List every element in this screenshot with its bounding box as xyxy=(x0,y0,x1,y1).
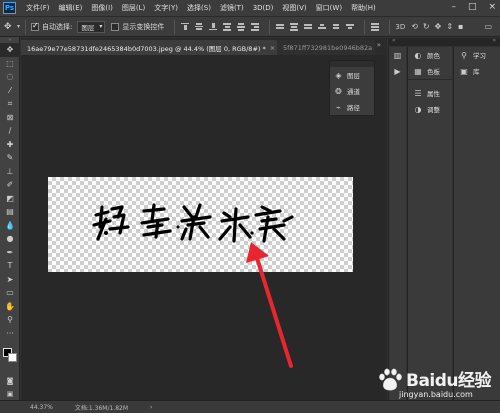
panel-item-layers[interactable]: ◈ 图层 xyxy=(330,67,374,83)
panel-item-label: 路径 xyxy=(347,104,360,112)
baidu-paw-logo-icon xyxy=(379,368,402,391)
watermark-url: jingyan.baidu.com xyxy=(399,390,473,399)
swatches-icon: ▦ xyxy=(414,66,422,76)
library-icon: ▣ xyxy=(460,66,468,76)
baidu-jingyan-watermark: Baidu经验 jingyan.baidu.com xyxy=(362,364,494,410)
layers-channels-paths-panel: ◈ 图层 ❂ 通道 ⌁ 路径 xyxy=(329,60,375,116)
panel-item-label: 图层 xyxy=(347,72,360,80)
channels-icon: ❂ xyxy=(335,86,342,96)
layers-icon: ◈ xyxy=(335,70,342,80)
dock-column-1: ▥ ▶ xyxy=(388,47,406,400)
panel-item-library[interactable]: ▣ 库 xyxy=(454,63,500,79)
color-icon: ◐ xyxy=(414,50,422,60)
history-icon[interactable]: ▥ xyxy=(389,47,406,63)
panel-item-label: 色板 xyxy=(427,68,440,76)
panel-item-learn[interactable]: ⚲ 学习 xyxy=(454,47,500,63)
dock-expand-icon[interactable]: « xyxy=(392,37,396,44)
panel-item-channels[interactable]: ❂ 通道 xyxy=(330,83,374,99)
status-menu-arrow[interactable]: › xyxy=(150,404,152,411)
panel-item-label: 通道 xyxy=(347,88,360,96)
panel-item-label: 库 xyxy=(473,68,480,76)
adjustments-icon: ◑ xyxy=(414,104,422,114)
actions-play-icon[interactable]: ▶ xyxy=(389,63,406,79)
panel-item-label: 属性 xyxy=(427,90,440,98)
dock-column-3: ⚲ 学习 ▣ 库 xyxy=(453,47,500,400)
zoom-level[interactable]: 44.37% xyxy=(30,404,53,411)
learn-icon: ⚲ xyxy=(461,50,467,60)
panel-item-adjustments[interactable]: ◑ 调整 xyxy=(408,101,452,117)
properties-icon: ☰ xyxy=(414,88,422,98)
dock-header: « » xyxy=(388,37,500,46)
paths-icon: ⌁ xyxy=(336,102,341,112)
panel-item-label: 学习 xyxy=(473,52,486,60)
panel-item-properties[interactable]: ☰ 属性 xyxy=(408,85,452,101)
document-size: 文档:1.36M/1.82M xyxy=(74,404,129,412)
dock-column-2: ◐ 颜色 ▦ 色板 ☰ 属性 ◑ 调整 xyxy=(407,47,452,400)
watermark-brand: Baidu经验 xyxy=(406,371,492,391)
panel-item-label: 颜色 xyxy=(427,52,440,60)
panel-item-color[interactable]: ◐ 颜色 xyxy=(408,47,452,63)
panel-item-paths[interactable]: ⌁ 路径 xyxy=(330,99,374,115)
panel-item-swatches[interactable]: ▦ 色板 xyxy=(408,63,452,79)
dock-collapse-icon[interactable]: » xyxy=(492,37,496,44)
annotation-arrow-shaft xyxy=(255,256,293,368)
panel-item-label: 调整 xyxy=(427,106,440,114)
